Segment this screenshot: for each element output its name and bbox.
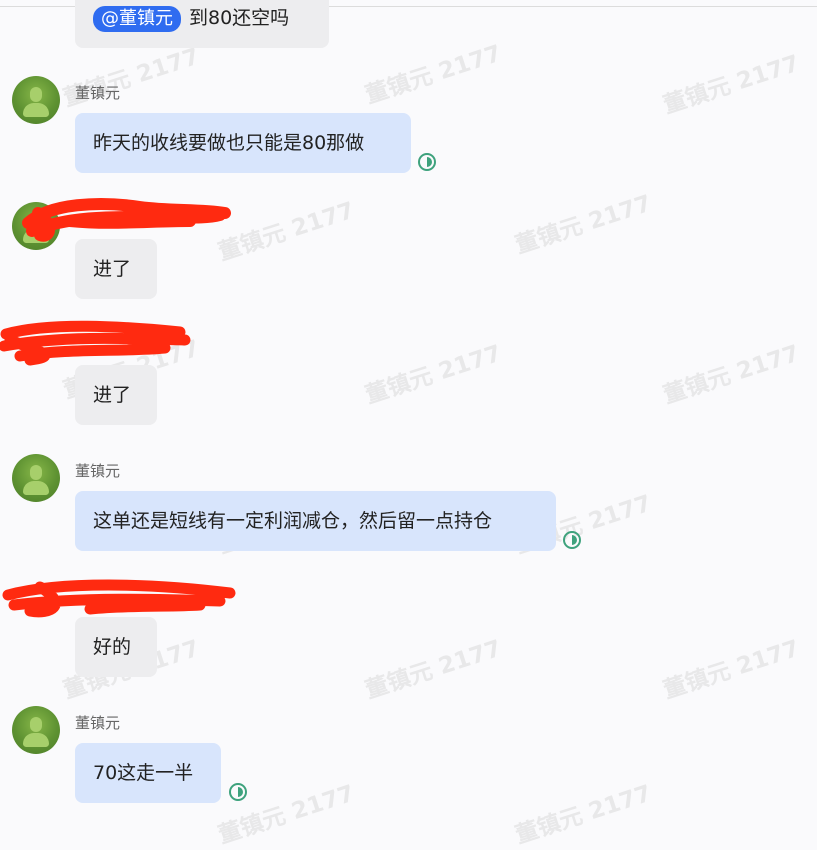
message-text: 70这走一半 — [93, 762, 194, 784]
watermark: 董镇元 2177 — [512, 780, 655, 850]
message-text: 进了 — [93, 258, 132, 280]
message-text: 好的 — [93, 636, 132, 658]
message-text: 进了 — [93, 384, 132, 406]
message-bubble[interactable]: 进了 — [75, 365, 157, 425]
message-bubble[interactable]: 这单还是短线有一定利润减仓，然后留一点持仓 — [75, 491, 556, 551]
message-bubble[interactable]: 进了 — [75, 239, 157, 299]
message-bubble[interactable]: 昨天的收线要做也只能是80那做 — [75, 113, 411, 173]
message-text: 这单还是短线有一定利润减仓，然后留一点持仓 — [93, 510, 493, 532]
message-text: 到80还空吗 — [189, 7, 290, 29]
avatar[interactable] — [12, 76, 60, 124]
redaction-scribble — [0, 320, 191, 366]
redaction-scribble — [2, 579, 236, 618]
sender-name: 董镇元 — [75, 714, 121, 732]
message-bubble[interactable]: @董镇元 到80还空吗 — [75, 0, 329, 48]
redaction-scribble — [22, 198, 231, 242]
avatar[interactable] — [12, 706, 60, 754]
watermark: 董镇元 2177 — [660, 50, 803, 120]
read-receipt-icon — [229, 783, 247, 801]
mention-tag[interactable]: @董镇元 — [93, 5, 181, 32]
watermark: 董镇元 2177 — [660, 340, 803, 410]
read-receipt-icon — [563, 531, 581, 549]
watermark: 董镇元 2177 — [512, 190, 655, 260]
watermark: 董镇元 2177 — [660, 635, 803, 705]
read-receipt-icon — [418, 153, 436, 171]
watermark: 董镇元 2177 — [362, 340, 505, 410]
message-text: 昨天的收线要做也只能是80那做 — [93, 132, 365, 154]
sender-name: 董镇元 — [75, 84, 121, 102]
avatar[interactable] — [12, 454, 60, 502]
message-bubble[interactable]: 好的 — [75, 617, 157, 677]
watermark: 董镇元 2177 — [362, 635, 505, 705]
watermark: 董镇元 2177 — [362, 40, 505, 110]
sender-name: 董镇元 — [75, 462, 121, 480]
message-bubble[interactable]: 70这走一半 — [75, 743, 221, 803]
